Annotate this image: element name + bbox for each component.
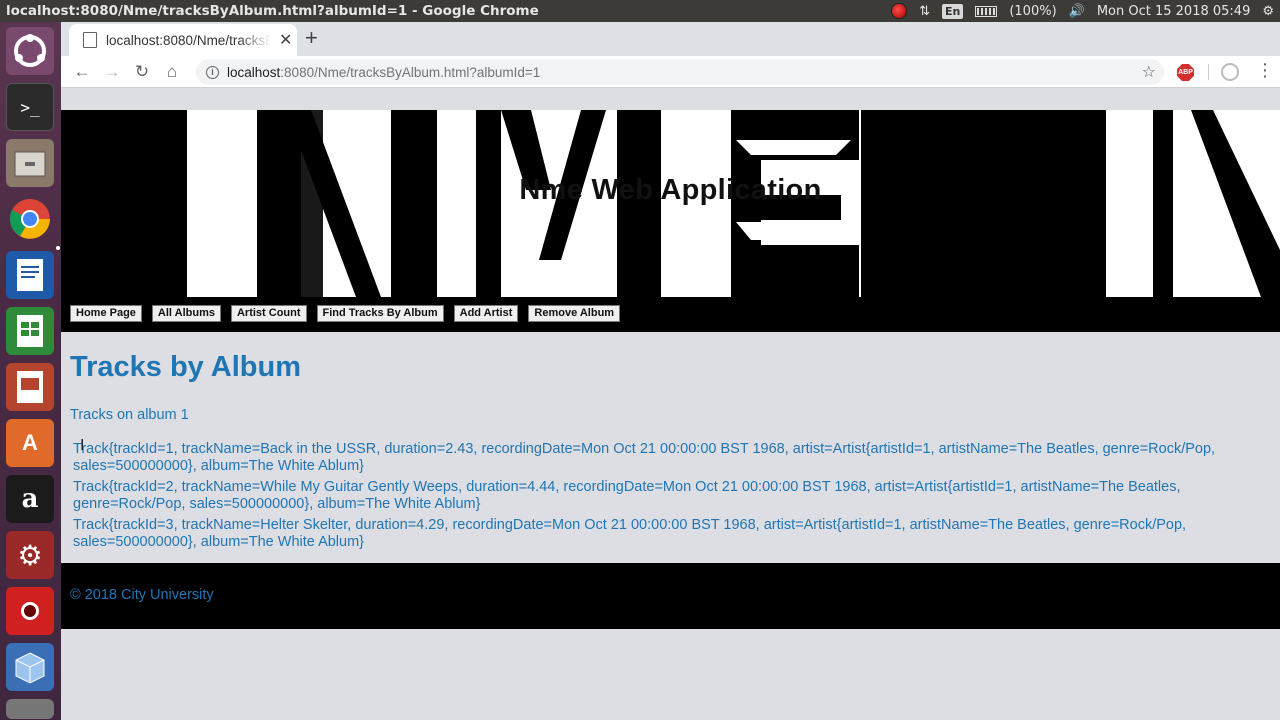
files-icon[interactable] [6, 139, 54, 187]
settings-icon[interactable]: ⚙ [6, 531, 54, 579]
nav-find-tracks-by-album-button[interactable]: Find Tracks By Album [316, 305, 444, 322]
tab-title: localhost:8080/Nme/tracksByAlbum.html?al… [106, 32, 271, 48]
site-info-icon[interactable]: i [206, 65, 219, 79]
track-item: Track{trackId=1, trackName=Back in the U… [73, 441, 1216, 474]
bookmark-star-icon[interactable]: ☆ [1142, 62, 1156, 82]
amazon-icon[interactable]: a [6, 475, 54, 523]
battery-icon[interactable] [975, 5, 998, 17]
trash-icon[interactable] [6, 699, 54, 719]
record-indicator-icon[interactable] [891, 3, 908, 19]
page-subtitle: Tracks on album 1 [70, 407, 189, 423]
reload-icon[interactable]: ↻ [127, 62, 157, 82]
network-transfer-icon[interactable]: ⇅ [919, 4, 930, 19]
url-path: :8080/Nme/tracksByAlbum.html?albumId=1 [280, 64, 541, 80]
adblock-extension-icon[interactable]: ABP [1177, 64, 1194, 81]
browser-tab[interactable]: localhost:8080/Nme/tracksByAlbum.html?al… [69, 24, 297, 56]
home-icon[interactable]: ⌂ [157, 62, 187, 82]
close-tab-icon[interactable]: ✕ [279, 30, 292, 50]
system-top-bar: localhost:8080/Nme/tracksByAlbum.html?al… [0, 0, 1280, 22]
profile-avatar-icon[interactable] [1221, 63, 1239, 81]
page-favicon-icon [83, 32, 97, 48]
unity-launcher: >_ A a ⚙ [0, 22, 61, 720]
active-app-indicator [56, 246, 60, 250]
virtualbox-icon[interactable] [6, 643, 54, 691]
clock[interactable]: Mon Oct 15 2018 05:49 [1097, 4, 1251, 19]
ubuntu-icon[interactable] [6, 27, 54, 75]
volume-icon[interactable]: 🔊 [1069, 4, 1085, 19]
toolbar-divider [1208, 64, 1209, 80]
impress-icon[interactable] [6, 363, 54, 411]
system-settings-icon[interactable]: ⚙ [1262, 4, 1274, 19]
banner-title: Nme Web Application [519, 174, 822, 206]
new-tab-icon[interactable]: + [305, 27, 318, 49]
site-footer: © 2018 City University [61, 563, 1280, 629]
nav-add-artist-button[interactable]: Add Artist [453, 305, 519, 322]
terminal-icon[interactable]: >_ [6, 83, 54, 131]
calc-icon[interactable] [6, 307, 54, 355]
browser-menu-icon[interactable]: ⋮ [1256, 60, 1274, 81]
battery-percentage[interactable]: (100%) [1009, 4, 1056, 19]
nav-home-page-button[interactable]: Home Page [70, 305, 142, 322]
system-tray: ⇅ En (100%) 🔊 Mon Oct 15 2018 05:49 ⚙ [891, 3, 1280, 19]
nme-logo-image [187, 110, 1280, 297]
text-cursor-icon: I [80, 437, 85, 454]
software-center-icon[interactable]: A [6, 419, 54, 467]
track-item: Track{trackId=3, trackName=Helter Skelte… [73, 517, 1187, 550]
address-bar[interactable]: i localhost:8080/Nme/tracksByAlbum.html?… [196, 59, 1164, 85]
track-item: Track{trackId=2, trackName=While My Guit… [73, 479, 1181, 512]
forward-arrow-icon[interactable]: → [97, 62, 127, 82]
nav-artist-count-button[interactable]: Artist Count [230, 305, 307, 322]
chrome-icon[interactable] [6, 195, 54, 243]
web-page: Nme Web Application Home Page All Albums… [61, 89, 1280, 720]
site-navbar: Home Page All Albums Artist Count Find T… [70, 305, 621, 322]
keyboard-layout-indicator[interactable]: En [941, 3, 964, 19]
window-title: localhost:8080/Nme/tracksByAlbum.html?al… [6, 3, 539, 19]
url-host: localhost [227, 64, 281, 80]
nav-all-albums-button[interactable]: All Albums [151, 305, 221, 322]
track-list: Track{trackId=1, trackName=Back in the U… [73, 441, 1268, 555]
writer-icon[interactable] [6, 251, 54, 299]
back-arrow-icon[interactable]: ← [67, 62, 97, 82]
site-banner: Nme Web Application [61, 110, 1280, 332]
browser-tab-strip: localhost:8080/Nme/tracksByAlbum.html?al… [61, 22, 1280, 56]
footer-copyright: © 2018 City University [70, 587, 214, 603]
browser-toolbar: ← → ↻ ⌂ i localhost:8080/Nme/tracksByAlb… [61, 56, 1280, 88]
screen-recorder-icon[interactable] [6, 587, 54, 635]
nav-remove-album-button[interactable]: Remove Album [528, 305, 621, 322]
page-title: Tracks by Album [70, 351, 302, 383]
